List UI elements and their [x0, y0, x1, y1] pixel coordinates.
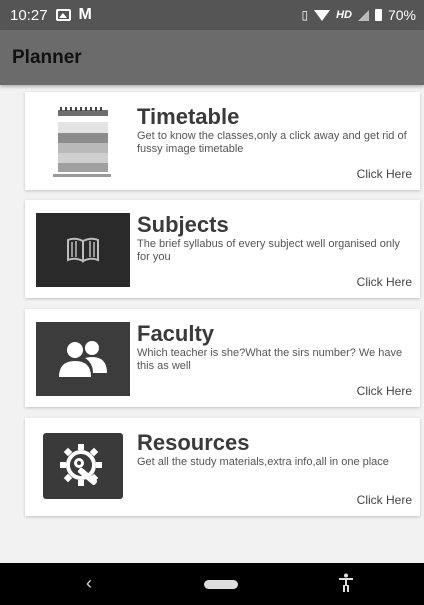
hd-badge: HD [336, 9, 352, 21]
wifi-icon [314, 9, 331, 21]
screen: 10:27 M ▯ HD 70% Planner Timetable Get t… [0, 0, 424, 605]
page-title: Planner [12, 46, 82, 68]
status-time: 10:27 [10, 6, 48, 24]
card-faculty[interactable]: Faculty Which teacher is she?What the si… [25, 309, 420, 407]
vibrate-icon: ▯ [301, 8, 309, 22]
m-notification-icon: M [78, 6, 92, 23]
people-icon [36, 322, 130, 396]
app-bar: Planner [0, 30, 424, 85]
card-title: Subjects [137, 212, 229, 237]
card-description: The brief syllabus of every subject well… [137, 238, 400, 263]
gallery-icon [55, 9, 71, 21]
card-title: Faculty [137, 321, 215, 346]
signal-icon [357, 9, 369, 21]
status-right: ▯ HD 70% [301, 7, 416, 23]
card-subjects[interactable]: Subjects The brief syllabus of every sub… [25, 200, 420, 298]
home-pill-icon[interactable] [204, 580, 238, 589]
click-here-link[interactable]: Click Here [357, 167, 412, 181]
status-left: 10:27 M [10, 6, 92, 24]
status-bar: 10:27 M ▯ HD 70% [0, 0, 424, 30]
card-title: Timetable [137, 104, 240, 129]
book-icon [36, 213, 130, 287]
battery-percent: 70% [387, 7, 416, 23]
card-description: Get to know the classes,only a click awa… [137, 130, 407, 155]
card-description: Get all the study materials,extra info,a… [137, 456, 389, 468]
accessibility-icon[interactable] [338, 573, 354, 598]
card-title: Resources [137, 430, 250, 455]
click-here-link[interactable]: Click Here [357, 493, 412, 507]
gear-wrench-icon [43, 433, 123, 499]
navigation-bar: ‹ [0, 563, 424, 605]
click-here-link[interactable]: Click Here [357, 384, 412, 398]
card-description: Which teacher is she?What the sirs numbe… [137, 347, 403, 372]
card-resources[interactable]: Resources Get all the study materials,ex… [25, 418, 420, 516]
click-here-link[interactable]: Click Here [357, 275, 412, 289]
timetable-icon [50, 104, 114, 180]
battery-icon [374, 9, 382, 21]
card-timetable[interactable]: Timetable Get to know the classes,only a… [25, 92, 420, 190]
back-icon[interactable]: ‹ [86, 573, 92, 594]
